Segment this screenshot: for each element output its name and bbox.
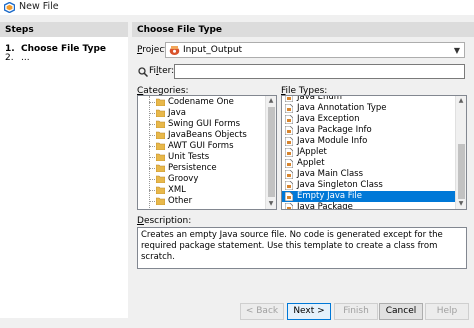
file-type-item[interactable]: Applet xyxy=(282,158,455,169)
step-label: ... xyxy=(21,53,30,63)
step-label: Choose File Type xyxy=(21,44,107,54)
java-file-icon xyxy=(285,192,293,201)
app-logo-icon xyxy=(4,2,15,13)
window-title: New File xyxy=(19,1,59,12)
project-icon xyxy=(169,46,180,55)
file-type-item[interactable]: Java Annotation Type xyxy=(282,103,455,114)
cancel-button[interactable]: Cancel xyxy=(379,303,423,320)
scroll-thumb[interactable] xyxy=(458,144,465,199)
filter-input[interactable] xyxy=(174,64,465,79)
folder-icon xyxy=(156,131,165,139)
file-type-item[interactable]: Java Singleton Class xyxy=(282,180,455,191)
file-type-item[interactable]: Java Main Class xyxy=(282,169,455,180)
folder-icon xyxy=(156,153,165,161)
file-types-list[interactable]: Java Enum Java Annotation Type Java Exce… xyxy=(281,95,467,210)
project-select[interactable]: Input_Output ▼ xyxy=(165,42,465,58)
file-types-scrollbar[interactable]: ▲ ▼ xyxy=(455,96,466,209)
steps-header: Steps xyxy=(0,22,128,37)
filter-label: Filter: xyxy=(149,66,175,76)
step-next: 2.... xyxy=(5,53,30,63)
help-button[interactable]: Help xyxy=(425,303,469,320)
title-bar: New File xyxy=(0,0,474,15)
folder-icon xyxy=(156,186,165,194)
folder-icon xyxy=(156,175,165,183)
back-button[interactable]: < Back xyxy=(240,303,284,320)
file-type-item[interactable]: Java Enum xyxy=(282,96,455,103)
file-type-item[interactable]: Java Exception xyxy=(282,114,455,125)
file-type-item[interactable]: Java Module Info xyxy=(282,136,455,147)
scroll-down-icon[interactable]: ▼ xyxy=(456,199,466,209)
page-title: Choose File Type xyxy=(132,22,474,37)
steps-panel: Steps 1. Choose File Type 2.... xyxy=(0,22,128,318)
folder-icon xyxy=(156,109,165,117)
file-type-item[interactable]: Java Package Info xyxy=(282,125,455,136)
search-icon xyxy=(138,67,148,77)
categories-tree[interactable]: Codename One Java Swing GUI Forms JavaBe… xyxy=(137,95,277,210)
scroll-down-icon[interactable]: ▼ xyxy=(266,199,276,209)
categories-scrollbar[interactable]: ▲ ▼ xyxy=(265,96,276,209)
next-button[interactable]: Next > xyxy=(287,303,331,320)
finish-button[interactable]: Finish xyxy=(334,303,378,320)
file-type-item[interactable]: JApplet xyxy=(282,147,455,158)
folder-icon xyxy=(156,164,165,172)
chevron-down-icon: ▼ xyxy=(453,46,460,55)
folder-icon xyxy=(156,120,165,128)
description-label: Description: xyxy=(137,216,192,226)
description-text: Creates an empty Java source file. No co… xyxy=(137,227,467,269)
folder-icon xyxy=(156,98,165,106)
scroll-thumb[interactable] xyxy=(268,107,275,197)
project-value: Input_Output xyxy=(183,45,243,55)
folder-icon xyxy=(156,142,165,150)
file-type-item-selected[interactable]: Empty Java File xyxy=(282,191,455,202)
scroll-up-icon[interactable]: ▲ xyxy=(456,96,466,106)
step-number: 2. xyxy=(5,53,14,63)
file-type-item[interactable]: Java Package xyxy=(282,202,455,209)
folder-icon xyxy=(156,197,165,205)
scroll-up-icon[interactable]: ▲ xyxy=(266,96,276,106)
